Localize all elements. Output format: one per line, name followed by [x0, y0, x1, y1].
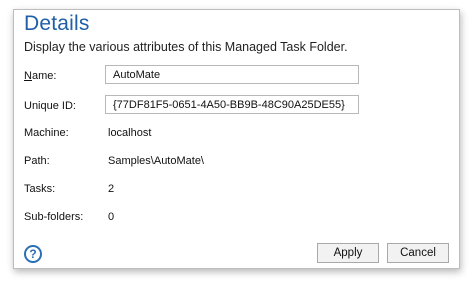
sub-folders-label: Sub-folders: [24, 211, 84, 223]
path-value: Samples\AutoMate\ [108, 155, 204, 167]
apply-button[interactable]: Apply [317, 243, 379, 263]
name-field[interactable] [105, 65, 359, 84]
cancel-button[interactable]: Cancel [387, 243, 449, 263]
sub-folders-value: 0 [108, 211, 115, 223]
tasks-value: 2 [108, 183, 115, 195]
dialog-title: Details [24, 12, 90, 35]
dialog-subtitle: Display the various attributes of this M… [24, 40, 348, 54]
name-label-rest: ame: [31, 70, 57, 82]
help-icon[interactable]: ? [24, 245, 42, 263]
unique-id-field[interactable] [105, 95, 359, 114]
tasks-label: Tasks: [24, 183, 56, 195]
machine-value: localhost [108, 127, 152, 139]
details-dialog: Details Display the various attributes o… [13, 9, 460, 269]
name-label-mnemonic: N [24, 70, 32, 82]
machine-label: Machine: [24, 127, 69, 139]
unique-id-label: Unique ID: [24, 100, 76, 112]
path-label: Path: [24, 155, 50, 167]
name-label: Name: [24, 70, 56, 82]
